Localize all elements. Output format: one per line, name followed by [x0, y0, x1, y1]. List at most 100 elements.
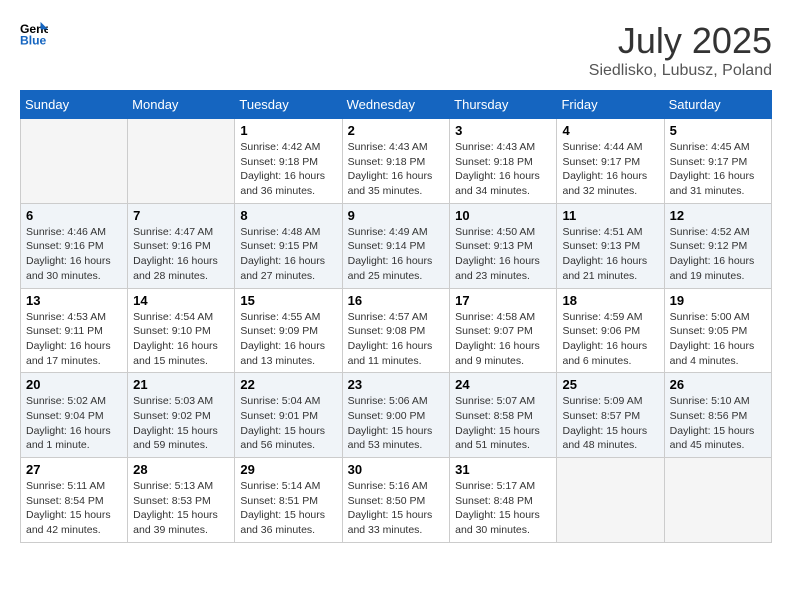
day-info: Sunrise: 5:09 AM Sunset: 8:57 PM Dayligh… — [562, 394, 658, 453]
day-number: 19 — [670, 293, 766, 308]
calendar-cell: 16 Sunrise: 4:57 AM Sunset: 9:08 PM Dayli… — [342, 288, 450, 373]
day-info: Sunrise: 4:43 AM Sunset: 9:18 PM Dayligh… — [455, 140, 551, 199]
location: Siedlisko, Lubusz, Poland — [589, 62, 772, 80]
day-number: 17 — [455, 293, 551, 308]
calendar-cell: 22Sunrise: 5:04 AM Sunset: 9:01 PM Dayli… — [235, 373, 342, 458]
day-info: Sunrise: 4:52 AM Sunset: 9:12 PM Dayligh… — [670, 225, 766, 284]
day-number: 28 — [133, 462, 229, 477]
day-number: 11 — [562, 208, 658, 223]
day-header-friday: Friday — [557, 91, 664, 119]
day-info: Sunrise: 5:17 AM Sunset: 8:48 PM Dayligh… — [455, 479, 551, 538]
day-info: Sunrise: 4:44 AM Sunset: 9:17 PM Dayligh… — [562, 140, 658, 199]
day-number: 13 — [26, 293, 122, 308]
day-number: 12 — [670, 208, 766, 223]
day-number: 20 — [26, 377, 122, 392]
day-number: 18 — [562, 293, 658, 308]
calendar-cell: 3 Sunrise: 4:43 AM Sunset: 9:18 PM Daylig… — [450, 119, 557, 204]
day-info: Sunrise: 4:53 AM Sunset: 9:11 PM Dayligh… — [26, 310, 122, 369]
calendar-header-row: SundayMondayTuesdayWednesdayThursdayFrid… — [21, 91, 772, 119]
day-number: 9 — [348, 208, 445, 223]
calendar-cell: 21 Sunrise: 5:03 AM Sunset: 9:02 PM Dayli… — [128, 373, 235, 458]
day-number: 10 — [455, 208, 551, 223]
day-info: Sunrise: 4:45 AM Sunset: 9:17 PM Dayligh… — [670, 140, 766, 199]
day-header-tuesday: Tuesday — [235, 91, 342, 119]
title-block: July 2025 Siedlisko, Lubusz, Poland — [589, 20, 772, 80]
calendar-cell: 9 Sunrise: 4:49 AM Sunset: 9:14 PM Daylig… — [342, 203, 450, 288]
day-info: Sunrise: 4:47 AM Sunset: 9:16 PM Dayligh… — [133, 225, 229, 284]
day-info: Sunrise: 5:07 AM Sunset: 8:58 PM Dayligh… — [455, 394, 551, 453]
day-number: 31 — [455, 462, 551, 477]
day-number: 16 — [348, 293, 445, 308]
calendar-cell: 6 Sunrise: 4:46 AM Sunset: 9:16 PM Daylig… — [21, 203, 128, 288]
page-header: General Blue July 2025 Siedlisko, Lubusz… — [20, 20, 772, 80]
day-info: Sunrise: 4:49 AM Sunset: 9:14 PM Dayligh… — [348, 225, 445, 284]
calendar-cell: 17 Sunrise: 4:58 AM Sunset: 9:07 PM Dayli… — [450, 288, 557, 373]
day-number: 22 — [240, 377, 336, 392]
day-info: Sunrise: 4:58 AM Sunset: 9:07 PM Dayligh… — [455, 310, 551, 369]
day-header-thursday: Thursday — [450, 91, 557, 119]
day-number: 29 — [240, 462, 336, 477]
day-number: 1 — [240, 123, 336, 138]
calendar-cell — [21, 119, 128, 204]
day-number: 2 — [348, 123, 445, 138]
calendar-table: SundayMondayTuesdayWednesdayThursdayFrid… — [20, 90, 772, 543]
calendar-cell — [128, 119, 235, 204]
calendar-cell: 11 Sunrise: 4:51 AM Sunset: 9:13 PM Dayli… — [557, 203, 664, 288]
calendar-cell: 28 Sunrise: 5:13 AM Sunset: 8:53 PM Dayli… — [128, 458, 235, 543]
day-number: 7 — [133, 208, 229, 223]
day-number: 26 — [670, 377, 766, 392]
calendar-cell: 7 Sunrise: 4:47 AM Sunset: 9:16 PM Daylig… — [128, 203, 235, 288]
calendar-cell: 5Sunrise: 4:45 AM Sunset: 9:17 PM Daylig… — [664, 119, 771, 204]
calendar-cell: 4 Sunrise: 4:44 AM Sunset: 9:17 PM Daylig… — [557, 119, 664, 204]
calendar-cell: 15 Sunrise: 4:55 AM Sunset: 9:09 PM Dayli… — [235, 288, 342, 373]
logo-icon: General Blue — [20, 20, 48, 48]
day-number: 30 — [348, 462, 445, 477]
day-number: 15 — [240, 293, 336, 308]
calendar-week-row: 27Sunrise: 5:11 AM Sunset: 8:54 PM Dayli… — [21, 458, 772, 543]
day-info: Sunrise: 5:16 AM Sunset: 8:50 PM Dayligh… — [348, 479, 445, 538]
logo: General Blue — [20, 20, 48, 48]
day-number: 3 — [455, 123, 551, 138]
calendar-cell: 2 Sunrise: 4:43 AM Sunset: 9:18 PM Daylig… — [342, 119, 450, 204]
day-info: Sunrise: 4:42 AM Sunset: 9:18 PM Dayligh… — [240, 140, 336, 199]
day-info: Sunrise: 5:14 AM Sunset: 8:51 PM Dayligh… — [240, 479, 336, 538]
calendar-cell: 20 Sunrise: 5:02 AM Sunset: 9:04 PM Dayli… — [21, 373, 128, 458]
day-info: Sunrise: 5:03 AM Sunset: 9:02 PM Dayligh… — [133, 394, 229, 453]
day-info: Sunrise: 4:46 AM Sunset: 9:16 PM Dayligh… — [26, 225, 122, 284]
calendar-week-row: 1 Sunrise: 4:42 AM Sunset: 9:18 PM Daylig… — [21, 119, 772, 204]
calendar-week-row: 13 Sunrise: 4:53 AM Sunset: 9:11 PM Dayli… — [21, 288, 772, 373]
day-info: Sunrise: 4:57 AM Sunset: 9:08 PM Dayligh… — [348, 310, 445, 369]
day-number: 21 — [133, 377, 229, 392]
calendar-cell: 18 Sunrise: 4:59 AM Sunset: 9:06 PM Dayli… — [557, 288, 664, 373]
calendar-cell: 29 Sunrise: 5:14 AM Sunset: 8:51 PM Dayli… — [235, 458, 342, 543]
day-info: Sunrise: 4:59 AM Sunset: 9:06 PM Dayligh… — [562, 310, 658, 369]
calendar-cell: 23Sunrise: 5:06 AM Sunset: 9:00 PM Dayli… — [342, 373, 450, 458]
day-number: 4 — [562, 123, 658, 138]
day-info: Sunrise: 4:50 AM Sunset: 9:13 PM Dayligh… — [455, 225, 551, 284]
day-info: Sunrise: 4:54 AM Sunset: 9:10 PM Dayligh… — [133, 310, 229, 369]
day-header-wednesday: Wednesday — [342, 91, 450, 119]
calendar-cell: 24 Sunrise: 5:07 AM Sunset: 8:58 PM Dayli… — [450, 373, 557, 458]
day-number: 6 — [26, 208, 122, 223]
svg-text:Blue: Blue — [20, 33, 47, 47]
day-info: Sunrise: 4:43 AM Sunset: 9:18 PM Dayligh… — [348, 140, 445, 199]
calendar-week-row: 6 Sunrise: 4:46 AM Sunset: 9:16 PM Daylig… — [21, 203, 772, 288]
day-info: Sunrise: 5:10 AM Sunset: 8:56 PM Dayligh… — [670, 394, 766, 453]
day-header-saturday: Saturday — [664, 91, 771, 119]
day-info: Sunrise: 4:55 AM Sunset: 9:09 PM Dayligh… — [240, 310, 336, 369]
calendar-cell: 30 Sunrise: 5:16 AM Sunset: 8:50 PM Dayli… — [342, 458, 450, 543]
day-number: 24 — [455, 377, 551, 392]
calendar-cell — [557, 458, 664, 543]
calendar-cell: 19 Sunrise: 5:00 AM Sunset: 9:05 PM Dayli… — [664, 288, 771, 373]
day-number: 14 — [133, 293, 229, 308]
day-info: Sunrise: 5:02 AM Sunset: 9:04 PM Dayligh… — [26, 394, 122, 453]
calendar-cell: 1 Sunrise: 4:42 AM Sunset: 9:18 PM Daylig… — [235, 119, 342, 204]
day-info: Sunrise: 5:00 AM Sunset: 9:05 PM Dayligh… — [670, 310, 766, 369]
day-info: Sunrise: 5:13 AM Sunset: 8:53 PM Dayligh… — [133, 479, 229, 538]
calendar-cell: 14 Sunrise: 4:54 AM Sunset: 9:10 PM Dayli… — [128, 288, 235, 373]
calendar-cell: 8Sunrise: 4:48 AM Sunset: 9:15 PM Daylig… — [235, 203, 342, 288]
day-header-sunday: Sunday — [21, 91, 128, 119]
day-info: Sunrise: 4:51 AM Sunset: 9:13 PM Dayligh… — [562, 225, 658, 284]
calendar-cell: 10 Sunrise: 4:50 AM Sunset: 9:13 PM Dayli… — [450, 203, 557, 288]
day-number: 27 — [26, 462, 122, 477]
